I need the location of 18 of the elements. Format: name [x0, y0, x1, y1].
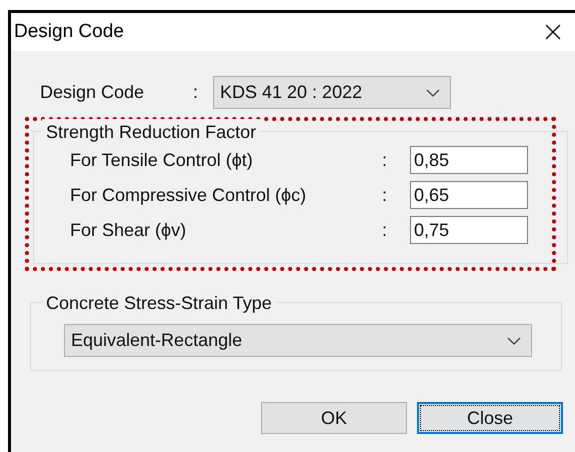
chevron-down-icon — [426, 88, 440, 96]
separator-colon: : — [382, 184, 388, 206]
factor-input[interactable]: 0,65 — [410, 181, 528, 209]
separator-colon: : — [382, 218, 388, 242]
factor-label: For Shear (ϕv) — [70, 218, 188, 242]
factor-label: For Compressive Control (ϕc) — [70, 184, 308, 207]
design-code-dropdown[interactable]: KDS 41 20 : 2022 — [213, 76, 451, 109]
separator-colon: : — [193, 81, 200, 104]
separator-colon: : — [382, 148, 388, 172]
dialog-button[interactable]: Close — [417, 402, 563, 434]
factor-label: For Tensile Control (ϕt) — [70, 148, 254, 172]
field-label: Design Code — [40, 81, 146, 104]
factor-input[interactable]: 0,75 — [410, 216, 528, 244]
stress-strain-dropdown[interactable]: Equivalent-Rectangle — [64, 324, 532, 357]
dialog-button[interactable]: OK — [261, 402, 407, 434]
factor-input[interactable]: 0,85 — [410, 146, 528, 174]
window-title: Design Code — [14, 20, 124, 44]
chevron-down-icon — [507, 336, 521, 344]
